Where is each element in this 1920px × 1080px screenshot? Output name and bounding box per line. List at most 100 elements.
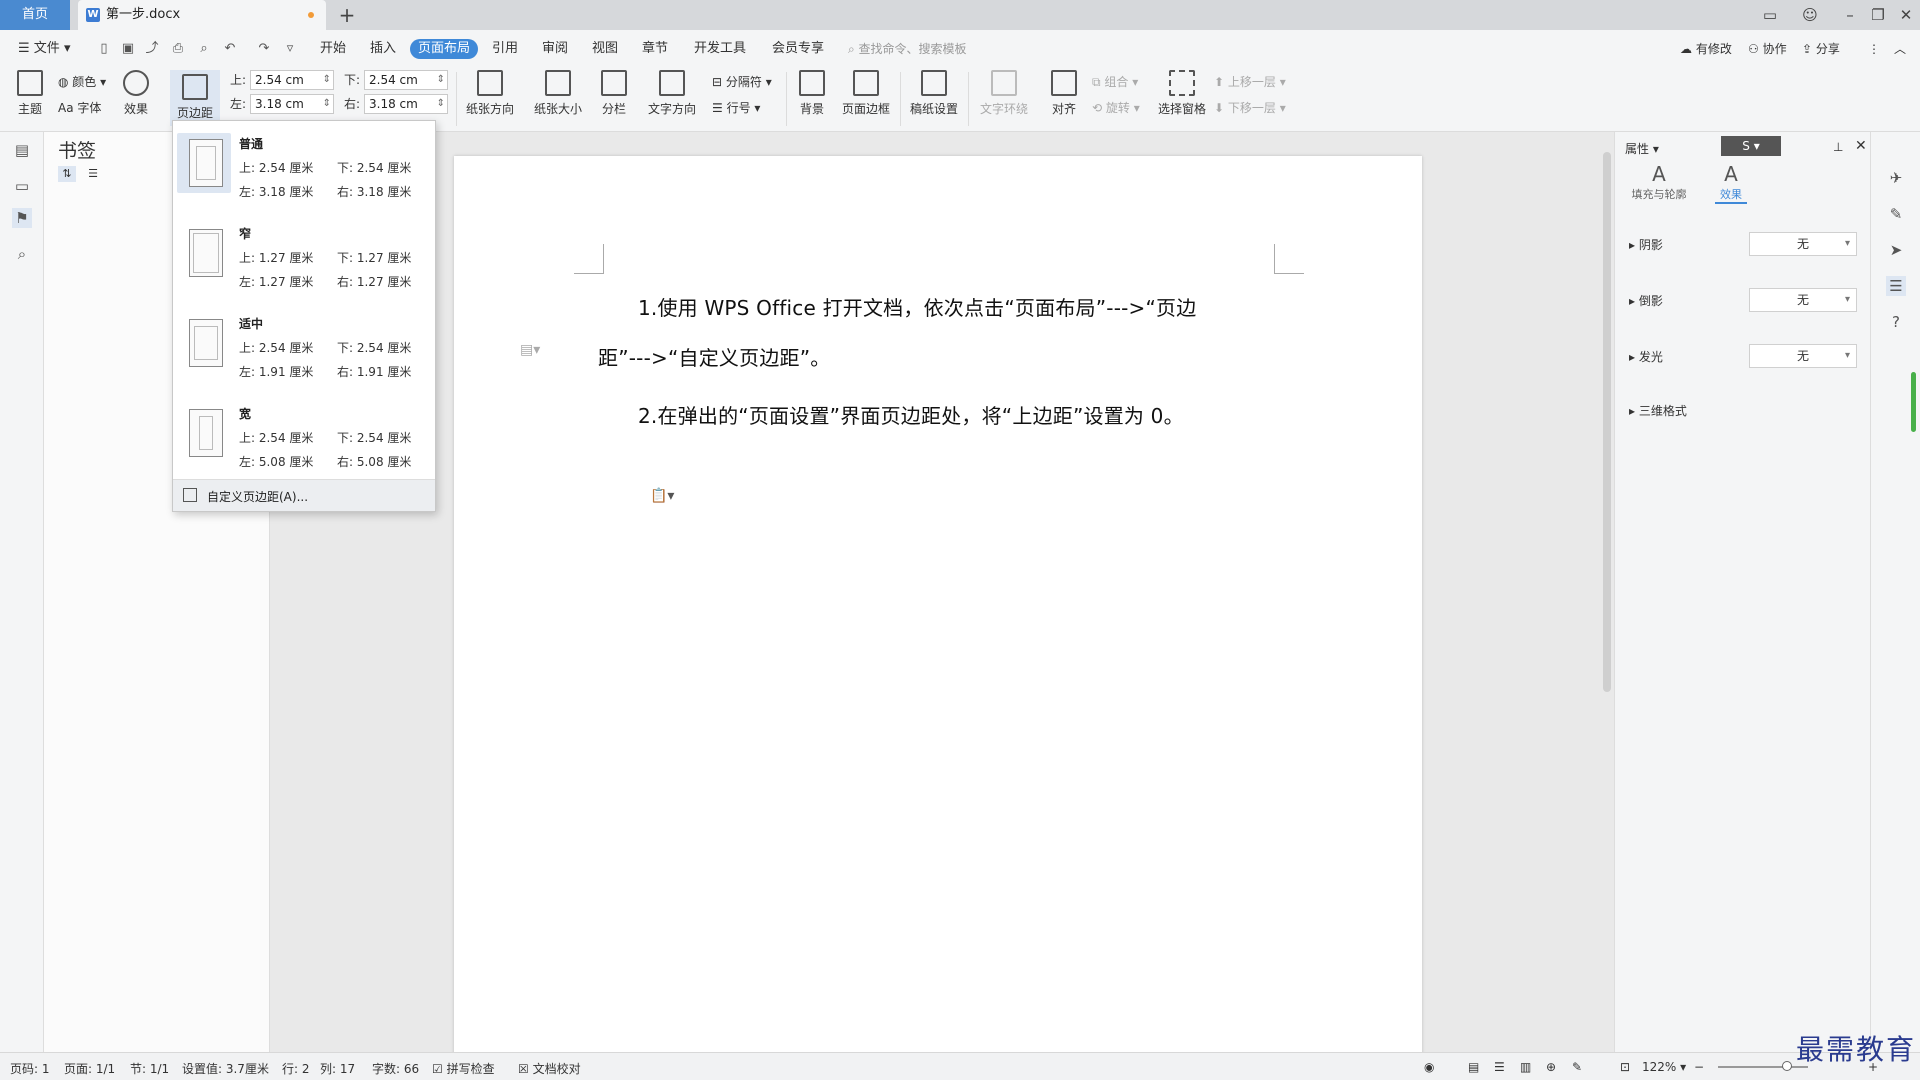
eye-protect-icon[interactable]: ◉ [1424, 1060, 1434, 1074]
send-backward-button[interactable]: ⬇ 下移一层 ▾ [1214, 98, 1286, 118]
avatar[interactable]: ☺ [1796, 0, 1824, 30]
pin-icon[interactable]: ⊥ [1833, 140, 1843, 154]
print-icon[interactable]: ⎙ [170, 41, 186, 57]
reflection-select[interactable]: 无 [1749, 288, 1857, 312]
tab-developer[interactable]: 开发工具 [686, 39, 754, 59]
document-tab[interactable]: W 第一步.docx [78, 0, 326, 30]
tab-reference[interactable]: 引用 [484, 39, 526, 59]
paragraph-handle-icon[interactable]: ▤▾ [520, 342, 540, 358]
spell-check-button[interactable]: ☑ 拼写检查 [432, 1060, 495, 1077]
web-view-icon[interactable]: ⊕ [1546, 1060, 1556, 1074]
doc-proof-button[interactable]: ☒ 文档校对 [518, 1060, 581, 1077]
page-code[interactable]: 页码: 1 [10, 1060, 50, 1077]
pane-header[interactable]: 属性 ▾ [1625, 140, 1659, 157]
scroll-thumb[interactable] [1603, 152, 1611, 692]
window-layout-icon[interactable]: ▭ [1756, 0, 1784, 30]
right-margin-input[interactable]: 3.18 cm [364, 94, 448, 114]
zoom-slider-handle[interactable] [1782, 1061, 1792, 1071]
zoom-slider[interactable] [1718, 1066, 1808, 1068]
zoom-out-icon[interactable]: − [1694, 1060, 1704, 1074]
reading-view-icon[interactable]: ▥ [1520, 1060, 1531, 1074]
breaks-button[interactable]: ⊟ 分隔符 ▾ [712, 72, 772, 92]
text-direction-button[interactable]: 文字方向 [642, 70, 702, 117]
tab-effect[interactable]: A 效果 [1715, 162, 1747, 204]
help-icon[interactable]: ? [1886, 312, 1906, 332]
vertical-scrollbar[interactable] [1600, 132, 1614, 1052]
background-button[interactable]: 背景 [792, 70, 832, 117]
properties-icon[interactable]: ☰ [1886, 276, 1906, 296]
folder-icon[interactable]: ▭ [12, 176, 32, 196]
redo-icon[interactable]: ↷ [256, 41, 272, 57]
minimize-icon[interactable]: – [1836, 0, 1864, 30]
three-d-format-label[interactable]: ▸ 三维格式 [1629, 402, 1687, 419]
fit-page-icon[interactable]: ⊡ [1620, 1060, 1630, 1074]
margin-preset-wide[interactable]: 宽 上: 2.54 厘米 下: 2.54 厘米 左: 5.08 厘米 右: 5.… [173, 401, 437, 491]
margin-preset-narrow[interactable]: 窄 上: 1.27 厘米 下: 1.27 厘米 左: 1.27 厘米 右: 1.… [173, 221, 437, 311]
margin-preset-moderate[interactable]: 适中 上: 2.54 厘米 下: 2.54 厘米 左: 1.91 厘米 右: 1… [173, 311, 437, 401]
setting-value[interactable]: 设置值: 3.7厘米 [182, 1060, 269, 1077]
outline-view-icon[interactable]: ☰ [1494, 1060, 1505, 1074]
close-icon[interactable]: ✕ [1892, 0, 1920, 30]
page-view-icon[interactable]: ▤ [1468, 1060, 1479, 1074]
new-doc-icon[interactable]: ▯ [96, 41, 112, 57]
command-search[interactable]: ⌕ 查找命令、搜索模板 [848, 39, 1008, 59]
custom-margin-button[interactable]: 自定义页边距(A)... [173, 479, 435, 511]
zoom-level[interactable]: 122% ▾ [1642, 1060, 1686, 1074]
tab-review[interactable]: 审阅 [534, 39, 576, 59]
paste-options-icon[interactable]: 📋▾ [650, 488, 674, 504]
orientation-button[interactable]: 纸张方向 [460, 70, 520, 117]
home-tab[interactable]: 首页 [0, 0, 70, 30]
collaborate-button[interactable]: ⚇ 协作 [1748, 39, 1787, 59]
undo-icon[interactable]: ↶ [222, 41, 238, 57]
paragraph-line[interactable]: 距”--->“自定义页边距”。 [598, 342, 831, 371]
theme-button[interactable]: 主题 [12, 70, 48, 117]
columns-button[interactable]: 分栏 [596, 70, 632, 117]
collapse-ribbon-icon[interactable]: ︿ [1894, 39, 1906, 59]
paper-size-button[interactable]: 纸张大小 [528, 70, 588, 117]
tab-page-layout[interactable]: 页面布局 [410, 39, 479, 59]
sort-icon[interactable]: ⇅ [58, 166, 76, 182]
export-icon[interactable]: ⤴ [144, 41, 160, 57]
bottom-margin-input[interactable]: 2.54 cm [364, 70, 448, 90]
reflection-label[interactable]: ▸ 倒影 [1629, 292, 1663, 309]
left-margin-input[interactable]: 3.18 cm [250, 94, 334, 114]
has-changes-button[interactable]: ☁ 有修改 [1680, 39, 1732, 59]
tab-insert[interactable]: 插入 [362, 39, 404, 59]
bring-forward-button[interactable]: ⬆ 上移一层 ▾ [1214, 72, 1286, 92]
file-menu[interactable]: ☰ 文件 ▾ [10, 39, 78, 59]
more-icon[interactable]: ⋮ [1868, 39, 1880, 59]
rotate-button[interactable]: ⟲ 旋转 ▾ [1092, 98, 1140, 118]
document-page[interactable]: 1.使用 WPS Office 打开文档，依次点击“页面布局”--->“页边 距… [454, 156, 1422, 1056]
page-border-button[interactable]: 页面边框 [840, 70, 892, 117]
font-button[interactable]: Aa 字体 [58, 98, 101, 118]
glow-select[interactable]: 无 [1749, 344, 1857, 368]
outline-icon[interactable]: ▤ [12, 140, 32, 160]
margins-button[interactable]: 页边距 [170, 70, 220, 126]
color-button[interactable]: ◍ 颜色 ▾ [58, 72, 106, 92]
search-icon[interactable]: ⌕ [12, 244, 32, 264]
line-numbers-button[interactable]: ☰ 行号 ▾ [712, 98, 760, 118]
tab-start[interactable]: 开始 [312, 39, 354, 59]
section-count[interactable]: 节: 1/1 [130, 1060, 169, 1077]
cursor-icon[interactable]: ➤ [1886, 240, 1906, 260]
glow-label[interactable]: ▸ 发光 [1629, 348, 1663, 365]
rocket-icon[interactable]: ✈ [1886, 168, 1906, 188]
share-button[interactable]: ⇪ 分享 [1802, 39, 1840, 59]
effect-button[interactable]: 效果 [118, 70, 154, 117]
paragraph-line[interactable]: 2.在弹出的“页面设置”界面页边距处，将“上边距”设置为 0。 [638, 400, 1184, 429]
write-view-icon[interactable]: ✎ [1572, 1060, 1582, 1074]
pen-icon[interactable]: ✎ [1886, 204, 1906, 224]
word-count[interactable]: 字数: 66 [372, 1060, 419, 1077]
ime-icon[interactable]: S ▾ [1721, 136, 1781, 156]
list-icon[interactable]: ☰ [84, 166, 102, 182]
restore-icon[interactable]: ❐ [1864, 0, 1892, 30]
close-pane-icon[interactable]: ✕ [1855, 138, 1867, 154]
save-icon[interactable]: ▣ [120, 41, 136, 57]
page-count[interactable]: 页面: 1/1 [64, 1060, 115, 1077]
new-tab-button[interactable]: + [334, 2, 360, 28]
align-button[interactable]: 对齐 [1044, 70, 1084, 117]
group-button[interactable]: ⧉ 组合 ▾ [1092, 72, 1138, 92]
select-pane-button[interactable]: 选择窗格 [1154, 70, 1210, 117]
print-preview-icon[interactable]: ⌕ [196, 41, 212, 57]
paragraph-line[interactable]: 1.使用 WPS Office 打开文档，依次点击“页面布局”--->“页边 [638, 292, 1196, 321]
